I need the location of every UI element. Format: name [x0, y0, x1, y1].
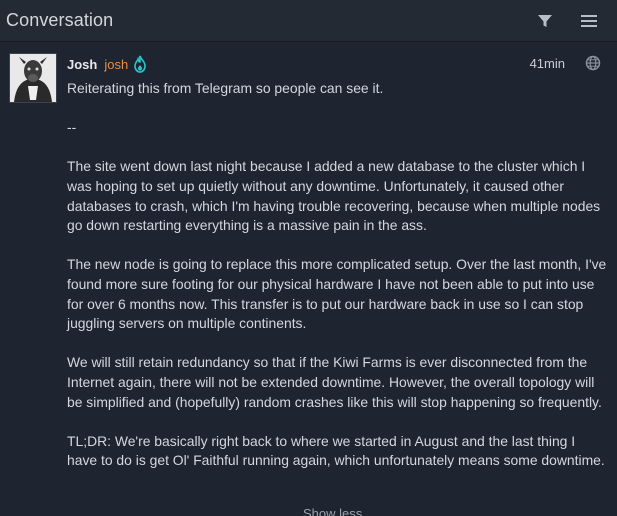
post-paragraph: TL;DR: We're basically right back to whe…: [67, 432, 605, 469]
avatar-image: [10, 54, 56, 102]
filter-icon: [538, 15, 552, 27]
avatar[interactable]: [9, 53, 57, 103]
author-handle[interactable]: josh: [104, 57, 128, 72]
post-paragraph: --: [67, 119, 77, 136]
globe-icon: [585, 55, 601, 71]
post-paragraph: We will still retain redundancy so that …: [67, 354, 602, 410]
post-paragraph: Reiterating this from Telegram so people…: [67, 80, 384, 96]
hamburger-menu-icon: [581, 15, 597, 27]
post-paragraph: The site went down last night because I …: [67, 158, 601, 234]
post-meta: Josh josh: [67, 54, 148, 74]
filter-button[interactable]: [532, 8, 558, 34]
author-name[interactable]: Josh: [67, 57, 97, 72]
menu-button[interactable]: [576, 8, 602, 34]
column-title: Conversation: [6, 10, 114, 30]
post-content: Reiterating this from Telegram so people…: [67, 79, 607, 490]
status-post: Josh josh 41min Reiterating this from Te…: [0, 43, 617, 516]
column-header: Conversation: [0, 0, 617, 42]
show-more-button[interactable]: Show less: [303, 506, 362, 516]
flame-icon: [132, 55, 148, 73]
post-timestamp[interactable]: 41min: [530, 56, 565, 71]
post-paragraph: The new node is going to replace this mo…: [67, 256, 607, 332]
